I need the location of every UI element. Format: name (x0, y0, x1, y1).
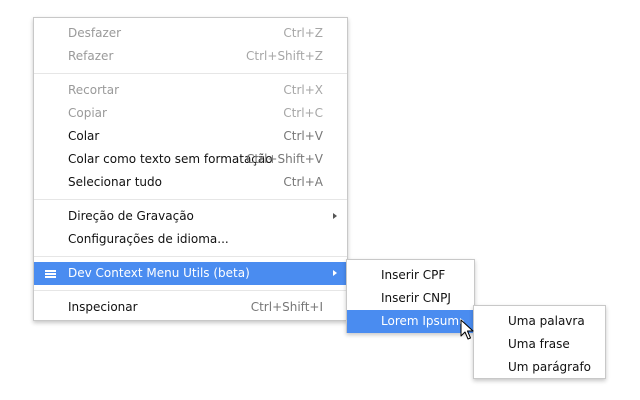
menu-item-one-paragraph[interactable]: Um parágrafo (474, 356, 605, 379)
menu-separator (34, 73, 347, 74)
menu-item-one-sentence[interactable]: Uma frase (474, 333, 605, 356)
hamburger-icon (45, 270, 56, 278)
menu-item-dev-context-menu-utils[interactable]: Dev Context Menu Utils (beta) (34, 262, 347, 285)
menu-item-shortcut: Ctrl+X (283, 83, 323, 97)
menu-item-label: Selecionar tudo (68, 175, 162, 189)
menu-item-shortcut: Ctrl+A (283, 175, 323, 189)
menu-item-label: Colar (68, 129, 100, 143)
menu-item-label: Inserir CPF (381, 268, 446, 282)
menu-item-select-all[interactable]: Selecionar tudo Ctrl+A (34, 171, 347, 194)
menu-item-label: Desfazer (68, 26, 122, 40)
menu-item-label: Uma frase (508, 337, 570, 351)
menu-item-label: Direção de Gravação (68, 209, 194, 223)
menu-item-label: Um parágrafo (508, 360, 592, 374)
menu-item-label: Lorem Ipsum (381, 314, 460, 328)
menu-item-label: Configurações de idioma... (68, 232, 229, 246)
menu-item-label: Copiar (68, 106, 107, 120)
menu-item-redo: Refazer Ctrl+Shift+Z (34, 45, 347, 68)
menu-item-label: Uma palavra (508, 314, 585, 328)
menu-item-cut: Recortar Ctrl+X (34, 79, 347, 102)
menu-separator (34, 256, 347, 257)
menu-item-insert-cnpj[interactable]: Inserir CNPJ (347, 287, 474, 310)
submenu-arrow-icon (333, 213, 337, 219)
menu-item-shortcut: Ctrl+Shift+V (246, 152, 323, 166)
menu-item-undo: Desfazer Ctrl+Z (34, 22, 347, 45)
menu-item-shortcut: Ctrl+Shift+I (250, 300, 323, 314)
menu-item-inspect[interactable]: Inspecionar Ctrl+Shift+I (34, 296, 347, 319)
menu-item-lorem-ipsum[interactable]: Lorem Ipsum (347, 310, 474, 333)
menu-separator (34, 290, 347, 291)
menu-item-one-word[interactable]: Uma palavra (474, 310, 605, 333)
submenu-lorem-ipsum: Uma palavra Uma frase Um parágrafo (473, 305, 606, 379)
menu-item-label: Refazer (68, 49, 114, 63)
menu-item-shortcut: Ctrl+V (283, 129, 323, 143)
menu-item-label: Colar como texto sem formatação (68, 152, 273, 166)
menu-item-label: Inspecionar (68, 300, 138, 314)
menu-item-language-settings[interactable]: Configurações de idioma... (34, 228, 347, 251)
menu-item-writing-direction[interactable]: Direção de Gravação (34, 205, 347, 228)
menu-item-label: Dev Context Menu Utils (beta) (68, 266, 250, 280)
menu-item-paste-plain[interactable]: Colar como texto sem formatação Ctrl+Shi… (34, 148, 347, 171)
menu-item-label: Recortar (68, 83, 120, 97)
menu-item-copy: Copiar Ctrl+C (34, 102, 347, 125)
menu-item-shortcut: Ctrl+C (283, 106, 323, 120)
menu-separator (34, 199, 347, 200)
submenu-arrow-icon (333, 270, 337, 276)
menu-item-shortcut: Ctrl+Shift+Z (246, 49, 323, 63)
menu-item-insert-cpf[interactable]: Inserir CPF (347, 264, 474, 287)
submenu-dev-utils: Inserir CPF Inserir CNPJ Lorem Ipsum (346, 259, 475, 333)
menu-item-shortcut: Ctrl+Z (283, 26, 323, 40)
context-menu: Desfazer Ctrl+Z Refazer Ctrl+Shift+Z Rec… (33, 17, 348, 321)
mouse-cursor-icon (460, 319, 474, 340)
menu-item-label: Inserir CNPJ (381, 291, 451, 305)
menu-item-paste[interactable]: Colar Ctrl+V (34, 125, 347, 148)
